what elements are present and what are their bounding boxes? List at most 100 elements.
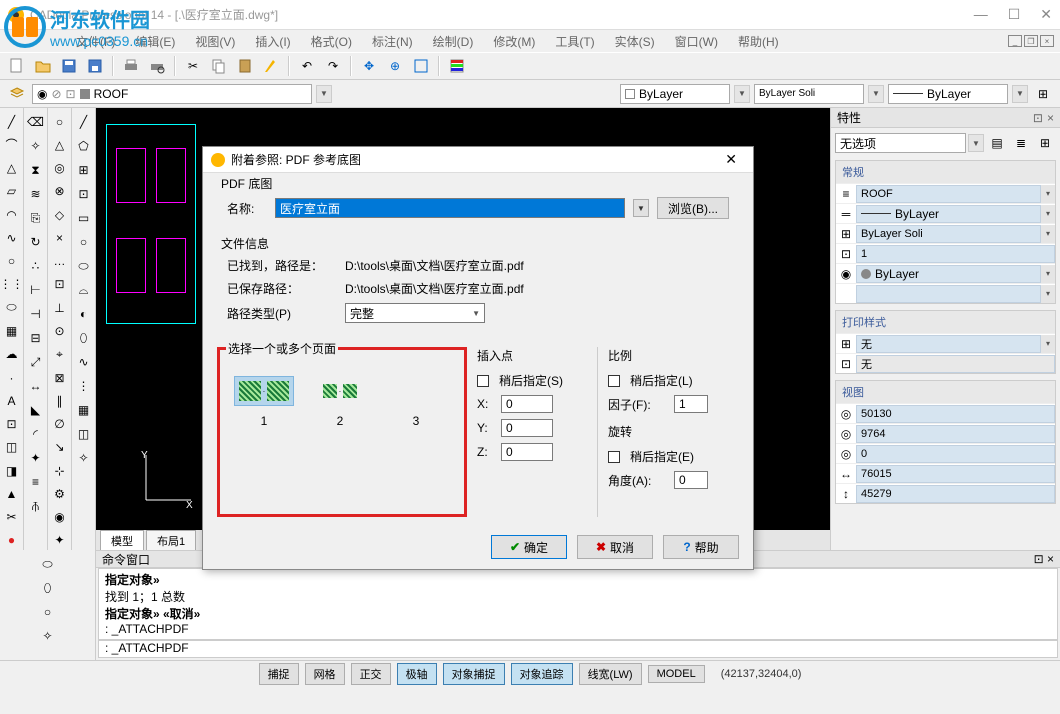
snap-node[interactable]: ⊗ bbox=[50, 182, 70, 201]
mdi-close-button[interactable]: × bbox=[1040, 35, 1054, 47]
selection-combo-arrow[interactable]: ▼ bbox=[968, 134, 984, 152]
menu-file[interactable]: 文件(F) bbox=[70, 31, 121, 52]
vent-4[interactable]: ⊡ bbox=[74, 184, 94, 204]
chamfer-tool[interactable]: ◣ bbox=[26, 400, 46, 420]
dialog-close-button[interactable]: ✕ bbox=[717, 149, 745, 170]
lineweight-combo-arrow[interactable]: ▼ bbox=[1012, 85, 1028, 103]
properties-button[interactable] bbox=[446, 55, 468, 77]
vent-6[interactable]: ○ bbox=[74, 232, 94, 252]
arc-tool[interactable]: ◠ bbox=[2, 205, 22, 224]
circle-tool[interactable]: ○ bbox=[2, 252, 22, 271]
status-polar[interactable]: 极轴 bbox=[397, 663, 437, 685]
scale-later-checkbox[interactable] bbox=[608, 375, 620, 387]
mdi-restore-button[interactable]: ❐ bbox=[1024, 35, 1038, 47]
x-input[interactable] bbox=[501, 395, 553, 413]
save-button[interactable] bbox=[58, 55, 80, 77]
cmd-pin-icon[interactable]: ⊡ bbox=[1034, 552, 1044, 566]
insert-later-checkbox[interactable] bbox=[477, 375, 489, 387]
hatch-tool[interactable]: ▦ bbox=[2, 321, 22, 340]
prop-btn3[interactable]: ⊞ bbox=[1034, 132, 1056, 154]
dock-pin-icon[interactable]: ⊡ bbox=[1033, 111, 1043, 125]
vent-12[interactable]: ⋮ bbox=[74, 376, 94, 396]
spline-tool[interactable]: ∿ bbox=[2, 228, 22, 247]
menu-entity[interactable]: 实体(S) bbox=[609, 31, 661, 52]
annotate-tool[interactable]: ⊡ bbox=[2, 414, 22, 433]
maximize-button[interactable]: ☐ bbox=[1008, 6, 1021, 23]
snap-none[interactable]: ∅ bbox=[50, 414, 70, 433]
lineweight-combo[interactable]: ByLayer bbox=[888, 84, 1008, 104]
block-tool[interactable]: ◫ bbox=[2, 438, 22, 457]
scissors-tool[interactable]: ✂ bbox=[2, 508, 22, 527]
inq-mass[interactable]: ○ bbox=[38, 602, 58, 622]
point-tool[interactable]: · bbox=[2, 368, 22, 387]
offset-tool[interactable]: ≋ bbox=[26, 184, 46, 204]
xline-tool[interactable]: △ bbox=[2, 159, 22, 178]
snap-ext[interactable]: … bbox=[50, 252, 70, 271]
page-thumb-1[interactable]: · bbox=[234, 376, 294, 406]
print-preview-button[interactable] bbox=[146, 55, 168, 77]
prop-view-0[interactable]: 50130 bbox=[856, 405, 1055, 423]
inq-id[interactable]: ✧ bbox=[38, 626, 58, 646]
snap-settings[interactable]: ⚙ bbox=[50, 484, 70, 503]
prop-view-2[interactable]: 0 bbox=[856, 445, 1055, 463]
array-tool[interactable]: ⋮⋮ bbox=[2, 275, 22, 294]
snap-extra1[interactable]: ◉ bbox=[50, 508, 70, 527]
paste-button[interactable] bbox=[234, 55, 256, 77]
status-otrack[interactable]: 对象追踪 bbox=[511, 663, 573, 685]
copy-tool[interactable]: ⎘ bbox=[26, 208, 46, 228]
prop-layer-value[interactable]: ROOF bbox=[856, 185, 1041, 203]
prop-btn1[interactable]: ▤ bbox=[986, 132, 1008, 154]
ref-tool[interactable]: ◨ bbox=[2, 461, 22, 480]
menu-window[interactable]: 窗口(W) bbox=[669, 31, 724, 52]
color-combo[interactable]: ByLayer bbox=[620, 84, 730, 104]
erase-tool[interactable]: ⌫ bbox=[26, 112, 46, 132]
prop-ltscale-value[interactable]: ByLayer Soli bbox=[856, 225, 1041, 243]
print-button[interactable] bbox=[120, 55, 142, 77]
saveas-button[interactable] bbox=[84, 55, 106, 77]
snap-track[interactable]: ⊹ bbox=[50, 461, 70, 480]
prop-arrow[interactable]: ▾ bbox=[1041, 185, 1055, 203]
stretch-tool[interactable]: ↔ bbox=[26, 376, 46, 396]
snap-mid[interactable]: △ bbox=[50, 135, 70, 154]
pan-button[interactable]: ✥ bbox=[358, 55, 380, 77]
status-osnap[interactable]: 对象捕捉 bbox=[443, 663, 505, 685]
snap-ins[interactable]: ⊡ bbox=[50, 275, 70, 294]
prop-scale-value[interactable]: 1 bbox=[856, 245, 1055, 263]
prop-view-3[interactable]: 76015 bbox=[856, 465, 1055, 483]
snap-perp[interactable]: ⊥ bbox=[50, 298, 70, 317]
layer-combo[interactable]: ◉ ⊘ ⊡ ROOF bbox=[32, 84, 312, 104]
cut-button[interactable]: ✂ bbox=[182, 55, 204, 77]
mtext-tool[interactable]: A bbox=[2, 391, 22, 410]
snap-quad[interactable]: ◇ bbox=[50, 205, 70, 224]
vent-13[interactable]: ▦ bbox=[74, 400, 94, 420]
redo-button[interactable]: ↷ bbox=[322, 55, 344, 77]
page-thumb-3[interactable] bbox=[386, 376, 446, 406]
join-tool[interactable]: ⫚ bbox=[26, 496, 46, 516]
snap-par[interactable]: ∥ bbox=[50, 391, 70, 410]
menu-modify[interactable]: 修改(M) bbox=[487, 31, 541, 52]
polyline-tool[interactable]: ⌒ bbox=[2, 135, 22, 154]
command-history[interactable]: 指定对象» 找到 1；1 总数 指定对象» «取消» : _ATTACHPDF bbox=[98, 568, 1058, 640]
menu-dimension[interactable]: 标注(N) bbox=[366, 31, 419, 52]
linetype-combo-arrow[interactable]: ▼ bbox=[868, 85, 884, 103]
snap-tan[interactable]: ⊙ bbox=[50, 321, 70, 340]
status-lwt[interactable]: 线宽(LW) bbox=[579, 663, 642, 685]
array-tool2[interactable]: ∴ bbox=[26, 256, 46, 276]
close-button[interactable]: ✕ bbox=[1040, 6, 1052, 23]
vent-11[interactable]: ∿ bbox=[74, 352, 94, 372]
rotation-later-checkbox[interactable] bbox=[608, 451, 620, 463]
menu-edit[interactable]: 编辑(E) bbox=[129, 31, 181, 52]
page-thumb-2[interactable]: · bbox=[310, 376, 370, 406]
menu-help[interactable]: 帮助(H) bbox=[732, 31, 785, 52]
snap-endpoint[interactable]: ○ bbox=[50, 112, 70, 131]
vent-2[interactable]: ⬠ bbox=[74, 136, 94, 156]
move-tool[interactable]: ✧ bbox=[26, 136, 46, 156]
snap-int[interactable]: × bbox=[50, 228, 70, 247]
vent-14[interactable]: ◫ bbox=[74, 424, 94, 444]
prop-plotstyle1[interactable]: 无 bbox=[856, 335, 1041, 353]
snap-extra2[interactable]: ✦ bbox=[50, 531, 70, 550]
snap-near[interactable]: ⌖ bbox=[50, 345, 70, 364]
color-combo-arrow[interactable]: ▼ bbox=[734, 85, 750, 103]
copy-button[interactable] bbox=[208, 55, 230, 77]
inq-dist[interactable]: ⬭ bbox=[38, 554, 58, 574]
